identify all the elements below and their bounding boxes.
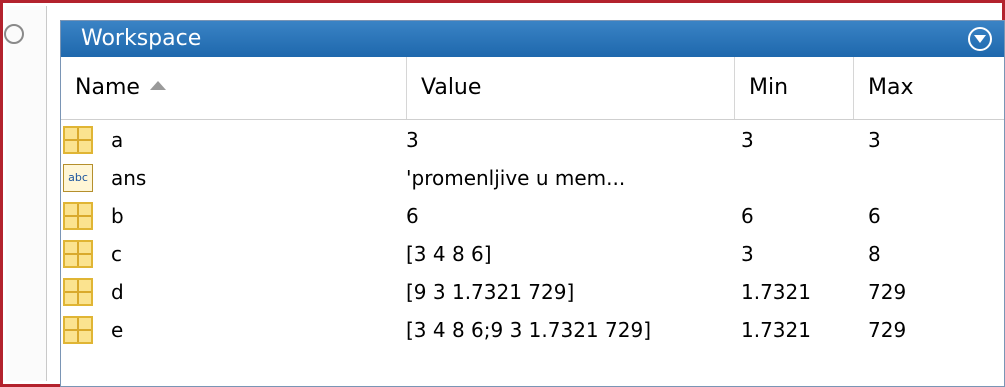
variable-name: e	[111, 318, 124, 342]
workspace-panel: Workspace Name Value Min Max a 3 3 3 abc…	[60, 20, 1005, 387]
variable-row-c[interactable]: c [3 4 8 6] 3 8	[61, 235, 1004, 273]
matrix-icon	[63, 240, 93, 268]
variable-max: 729	[868, 318, 907, 342]
table-header: Name Value Min Max	[61, 57, 1004, 120]
left-panel-edge	[4, 6, 47, 381]
variable-name: a	[111, 128, 124, 152]
variable-list: a 3 3 3 abc ans 'promenljive u mem... b …	[61, 121, 1004, 349]
column-header-name[interactable]: Name	[61, 57, 406, 119]
variable-name: b	[111, 204, 124, 228]
variable-max: 3	[868, 128, 881, 152]
workspace-title: Workspace	[81, 26, 202, 51]
variable-name: c	[111, 242, 122, 266]
variable-value: [9 3 1.7321 729]	[406, 280, 575, 304]
variable-min: 1.7321	[741, 318, 811, 342]
variable-value: 6	[406, 204, 419, 228]
variable-value: [3 4 8 6;9 3 1.7321 729]	[406, 318, 651, 342]
variable-value: 'promenljive u mem...	[406, 166, 626, 190]
matrix-icon	[63, 278, 93, 306]
panel-menu-icon[interactable]	[4, 24, 24, 44]
variable-row-b[interactable]: b 6 6 6	[61, 197, 1004, 235]
column-header-value-label: Value	[421, 75, 482, 100]
variable-min: 3	[741, 128, 754, 152]
column-header-min[interactable]: Min	[734, 57, 853, 119]
column-header-value[interactable]: Value	[406, 57, 734, 119]
variable-min: 6	[741, 204, 754, 228]
variable-row-ans[interactable]: abc ans 'promenljive u mem...	[61, 159, 1004, 197]
variable-min: 1.7321	[741, 280, 811, 304]
column-header-max[interactable]: Max	[853, 57, 1004, 119]
matrix-icon	[63, 316, 93, 344]
variable-row-e[interactable]: e [3 4 8 6;9 3 1.7321 729] 1.7321 729	[61, 311, 1004, 349]
char-icon: abc	[63, 164, 93, 192]
chevron-down-circle-icon[interactable]	[968, 27, 992, 51]
matrix-icon	[63, 202, 93, 230]
screenshot-frame: Workspace Name Value Min Max a 3 3 3 abc…	[0, 0, 1005, 387]
matrix-icon	[63, 126, 93, 154]
variable-name: ans	[111, 166, 147, 190]
variable-max: 729	[868, 280, 907, 304]
variable-value: [3 4 8 6]	[406, 242, 492, 266]
variable-name: d	[111, 280, 124, 304]
variable-max: 8	[868, 242, 881, 266]
workspace-titlebar: Workspace	[61, 21, 1004, 57]
variable-min: 3	[741, 242, 754, 266]
column-header-name-label: Name	[75, 75, 140, 100]
variable-value: 3	[406, 128, 419, 152]
variable-max: 6	[868, 204, 881, 228]
column-header-max-label: Max	[868, 75, 914, 100]
variable-row-d[interactable]: d [9 3 1.7321 729] 1.7321 729	[61, 273, 1004, 311]
sort-ascending-icon	[149, 80, 166, 90]
variable-row-a[interactable]: a 3 3 3	[61, 121, 1004, 159]
column-header-min-label: Min	[749, 75, 789, 100]
